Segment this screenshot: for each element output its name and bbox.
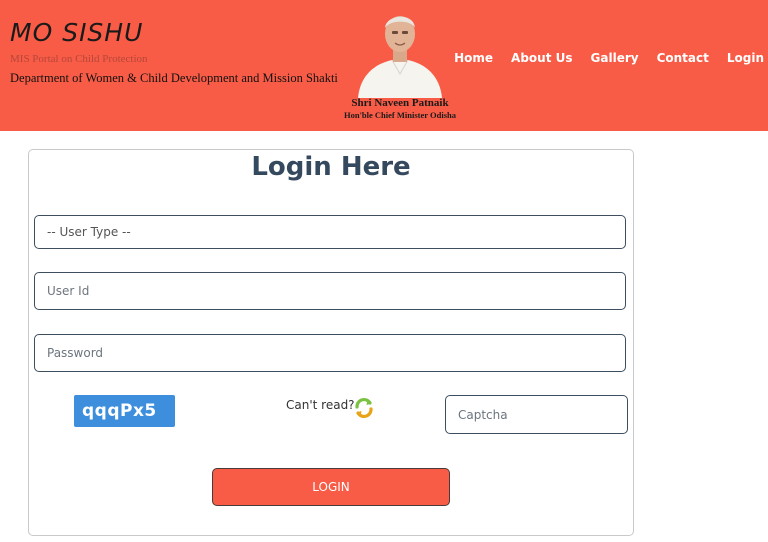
brand-tagline: MIS Portal on Child Protection: [10, 53, 148, 65]
chief-minister-photo: [352, 4, 448, 98]
login-heading: Login Here: [251, 152, 411, 182]
nav-login[interactable]: Login: [718, 50, 764, 66]
site-header: MO SISHU MIS Portal on Child Protection …: [0, 0, 768, 131]
password-input[interactable]: Password: [34, 334, 626, 372]
brand-title: MO SISHU: [10, 18, 144, 47]
nav-about-us[interactable]: About Us: [502, 50, 581, 66]
user-type-select[interactable]: -- User Type --: [34, 215, 626, 249]
nav-contact[interactable]: Contact: [648, 50, 718, 66]
user-id-input[interactable]: User Id: [34, 272, 626, 310]
chief-minister-name: Shri Naveen Patnaik: [351, 97, 449, 109]
nav-gallery[interactable]: Gallery: [582, 50, 648, 66]
cant-read-label: Can't read?: [286, 398, 355, 412]
main-nav: Home About Us Gallery Contact Login: [445, 50, 764, 66]
captcha-input[interactable]: Captcha: [445, 395, 628, 434]
department-name: Department of Women & Child Development …: [10, 71, 338, 85]
nav-home[interactable]: Home: [445, 50, 502, 66]
login-button[interactable]: LOGIN: [212, 468, 450, 506]
refresh-icon[interactable]: [352, 396, 376, 420]
captcha-image: qqqPx5: [74, 395, 175, 427]
chief-minister-title: Hon'ble Chief Minister Odisha: [343, 110, 456, 120]
